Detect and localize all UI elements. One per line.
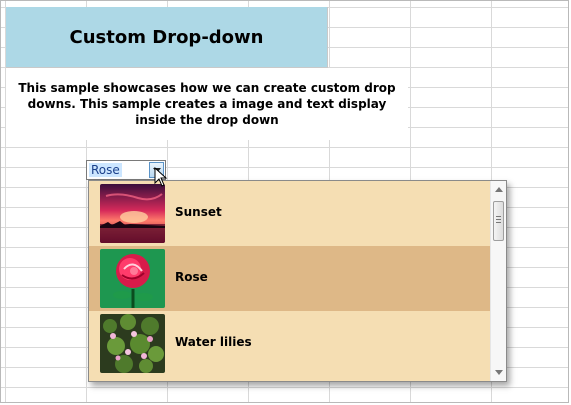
spreadsheet-window: Custom Drop-down This sample showcases h… [0,0,569,403]
dropdown-item-water-lilies[interactable]: Water lilies [89,311,490,376]
vertical-scrollbar[interactable] [490,181,506,381]
grip-line [496,222,501,223]
dropdown-popup: Sunset Rose Water lilies [88,180,507,382]
sunset-image [100,184,165,243]
grip-line [496,216,501,217]
dropdown-item-rose[interactable]: Rose [89,246,490,311]
scroll-up-arrow-icon[interactable] [495,187,503,192]
mouse-pointer-icon [154,166,168,187]
grip-line [496,219,501,220]
description-cell[interactable]: This sample showcases how we can create … [6,68,408,140]
image-combo-box[interactable]: Rose [86,160,166,180]
description-text: This sample showcases how we can create … [18,81,396,127]
dropdown-item-label: Rose [175,270,208,284]
page-title: Custom Drop-down [69,26,264,48]
scrollbar-thumb[interactable] [493,201,504,241]
scroll-down-arrow-icon[interactable] [495,370,503,375]
dropdown-item-sunset[interactable]: Sunset [89,181,490,246]
dropdown-item-label: Water lilies [175,335,252,349]
header-cell[interactable]: Custom Drop-down [6,7,328,68]
combo-selected-value[interactable]: Rose [89,163,122,177]
rose-image [100,249,165,308]
dropdown-item-label: Sunset [175,205,222,219]
water-lilies-image [100,314,165,373]
dropdown-list: Sunset Rose Water lilies [89,181,490,381]
